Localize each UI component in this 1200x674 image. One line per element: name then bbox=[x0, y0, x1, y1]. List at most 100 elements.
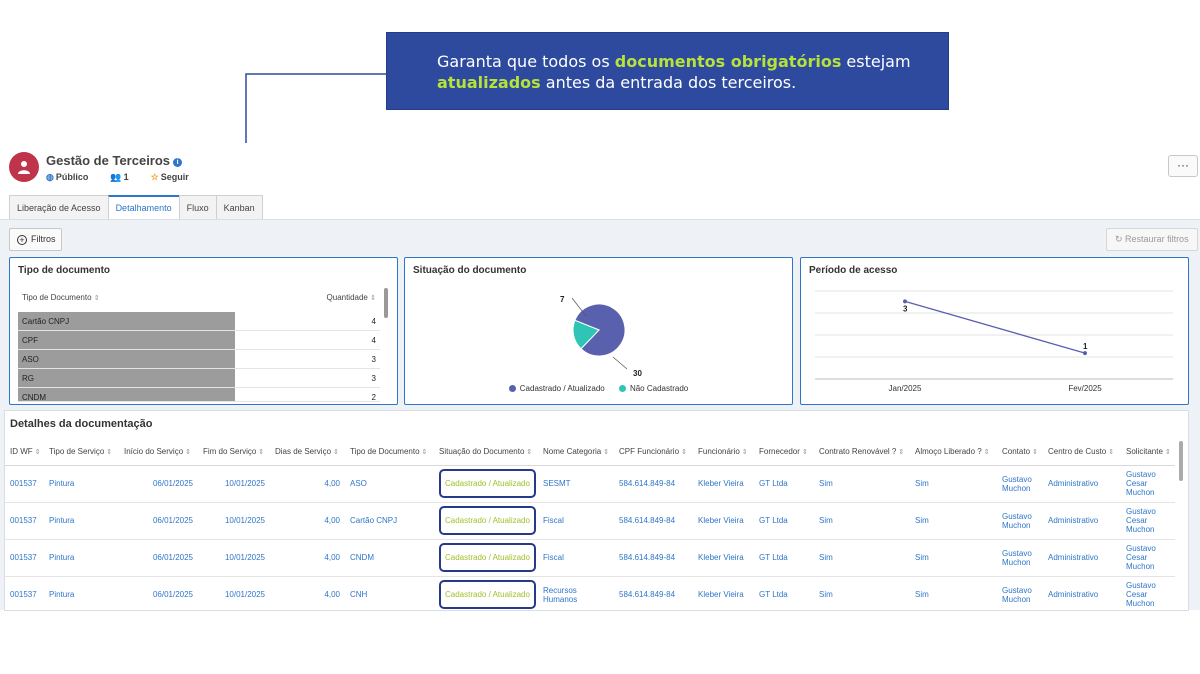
table-row[interactable]: CPF 4 bbox=[18, 331, 380, 350]
table-cell: Kleber Vieira bbox=[693, 502, 754, 540]
column-header[interactable]: Solicitante ⇕ bbox=[1121, 438, 1175, 466]
column-header[interactable]: ID WF ⇕ bbox=[5, 438, 44, 466]
sort-icon: ⇕ bbox=[1162, 448, 1171, 456]
table-cell: Cadastrado / Atualizado bbox=[434, 465, 538, 503]
follow-button[interactable]: ☆ Seguir bbox=[151, 172, 189, 183]
legend-item-nao-cadastrado[interactable]: Não Cadastrado bbox=[618, 384, 688, 393]
tab-liberacao[interactable]: Liberação de Acesso bbox=[9, 195, 109, 219]
sort-icon: ⇕ bbox=[739, 448, 748, 456]
table-row[interactable]: 001537 Pintura 06/01/2025 10/01/2025 4,00 CND… bbox=[5, 539, 1175, 577]
col-label: Quantidade bbox=[326, 293, 368, 302]
cell-text: Recursos Humanos bbox=[543, 585, 578, 604]
status-highlight-box: Cadastrado / Atualizado bbox=[439, 580, 536, 609]
table-cell: Sim bbox=[910, 539, 997, 577]
column-header[interactable]: Fornecedor ⇕ bbox=[754, 438, 814, 466]
column-header[interactable]: Funcionário ⇕ bbox=[693, 438, 754, 466]
table-cell: Pintura bbox=[44, 539, 119, 577]
visibility-badge[interactable]: ◍ Público bbox=[46, 172, 88, 183]
column-header[interactable]: Almoço Liberado ? ⇕ bbox=[910, 438, 997, 466]
column-header[interactable]: Tipo de Documento ⇕ bbox=[345, 438, 434, 466]
column-header[interactable]: Fim do Serviço ⇕ bbox=[198, 438, 270, 466]
column-header[interactable]: Centro de Custo ⇕ bbox=[1043, 438, 1121, 466]
pie-chart: 30 7 bbox=[560, 295, 642, 378]
user-icon bbox=[18, 161, 30, 174]
cell-text: 06/01/2025 bbox=[152, 516, 193, 525]
column-header[interactable]: Contrato Renovável ? ⇕ bbox=[814, 438, 910, 466]
table-row[interactable]: 001537 Pintura 06/01/2025 10/01/2025 4,00 Car… bbox=[5, 502, 1175, 540]
table-cell: Fiscal bbox=[538, 502, 614, 540]
doc-type-rows: Cartão CNPJ 4 CPF 4 ASO 3 RG 3 CNDM 2 bbox=[18, 312, 380, 402]
cell-text: Sim bbox=[819, 516, 833, 525]
cell-text: Administrativo bbox=[1048, 590, 1099, 599]
column-header[interactable]: CPF Funcionário ⇕ bbox=[614, 438, 693, 466]
table-cell: 001537 bbox=[5, 539, 44, 577]
table-row[interactable]: 001537 Pintura 06/01/2025 10/01/2025 4,00 ASO… bbox=[5, 465, 1175, 503]
table-cell: 4,00 bbox=[270, 502, 345, 540]
table-cell: GT Ltda bbox=[754, 576, 814, 610]
restore-filters-button[interactable]: ↻ Restaurar filtros bbox=[1106, 228, 1198, 251]
table-row[interactable]: Cartão CNPJ 4 bbox=[18, 312, 380, 331]
table-row[interactable]: RG 3 bbox=[18, 369, 380, 388]
table-header-row: ID WF ⇕ Tipo de Serviço ⇕ Início do Serviç… bbox=[5, 438, 1175, 466]
cell-text: 06/01/2025 bbox=[152, 553, 193, 562]
table-cell: Gustavo Muchon bbox=[997, 539, 1043, 577]
table-cell: 4,00 bbox=[270, 539, 345, 577]
info-icon[interactable]: i bbox=[173, 158, 183, 167]
column-header[interactable]: Contato ⇕ bbox=[997, 438, 1043, 466]
more-options-button[interactable]: ··· bbox=[1168, 155, 1198, 177]
pie-label-cadastrado: 30 bbox=[633, 369, 642, 378]
line-point[interactable] bbox=[903, 299, 907, 304]
tab-fluxo[interactable]: Fluxo bbox=[178, 195, 217, 219]
members-badge[interactable]: 👥 1 bbox=[110, 172, 128, 183]
table-cell: Cadastrado / Atualizado bbox=[434, 502, 538, 540]
column-header-label: Fim do Serviço bbox=[203, 446, 257, 456]
table-cell: 584.614.849-84 bbox=[614, 539, 693, 577]
table-cell: GT Ltda bbox=[754, 539, 814, 577]
refresh-icon: ↻ bbox=[1115, 234, 1126, 244]
doc-type-col-header[interactable]: Tipo de Documento ⇕ bbox=[22, 293, 100, 302]
column-header[interactable]: Tipo de Serviço ⇕ bbox=[44, 438, 119, 466]
table-cell: 10/01/2025 bbox=[198, 539, 270, 577]
globe-icon: ◍ bbox=[46, 172, 54, 182]
table-cell: CNH bbox=[345, 576, 434, 610]
table-row[interactable]: CNDM 2 bbox=[18, 388, 380, 402]
line-point[interactable] bbox=[1083, 351, 1087, 356]
legend-item-cadastrado[interactable]: Cadastrado / Atualizado bbox=[508, 384, 605, 393]
row-label: RG bbox=[22, 374, 34, 383]
scrollbar[interactable] bbox=[384, 288, 388, 318]
restore-label: Restaurar filtros bbox=[1125, 234, 1189, 244]
table-row[interactable]: 001537 Pintura 06/01/2025 10/01/2025 4,00 CNH… bbox=[5, 576, 1175, 610]
column-header[interactable]: Início do Serviço ⇕ bbox=[119, 438, 198, 466]
sort-icon: ⇕ bbox=[331, 448, 339, 456]
table-cell: Kleber Vieira bbox=[693, 465, 754, 503]
row-bar bbox=[18, 331, 235, 349]
column-header-label: Centro de Custo bbox=[1048, 446, 1107, 456]
column-header-label: Início do Serviço bbox=[124, 446, 184, 456]
details-panel: Detalhes da documentação ID WF ⇕ Tipo de … bbox=[4, 410, 1189, 611]
table-cell: CNDM bbox=[345, 539, 434, 577]
table-cell: 10/01/2025 bbox=[198, 465, 270, 503]
scrollbar[interactable] bbox=[1179, 441, 1183, 481]
table-cell: Gustavo Muchon bbox=[997, 502, 1043, 540]
doc-type-title: Tipo de documento bbox=[18, 265, 111, 276]
cell-text: 10/01/2025 bbox=[224, 516, 265, 525]
column-header[interactable]: Nome Categoria ⇕ bbox=[538, 438, 614, 466]
callout-text: antes da entrada dos terceiros. bbox=[540, 73, 797, 92]
table-cell: 001537 bbox=[5, 502, 44, 540]
table-cell: Gustavo Muchon bbox=[997, 465, 1043, 503]
cell-text: Fiscal bbox=[543, 553, 564, 562]
cell-text: Kleber Vieira bbox=[698, 553, 744, 562]
row-bar bbox=[18, 369, 235, 387]
table-cell: Pintura bbox=[44, 576, 119, 610]
tab-detalhamento[interactable]: Detalhamento bbox=[107, 195, 180, 219]
column-header[interactable]: Dias de Serviço ⇕ bbox=[270, 438, 345, 466]
sort-icon: ⇕ bbox=[679, 448, 687, 456]
tab-kanban[interactable]: Kanban bbox=[215, 195, 263, 219]
table-row[interactable]: ASO 3 bbox=[18, 350, 380, 369]
cell-text: Sim bbox=[915, 590, 929, 599]
column-header[interactable]: Situação do Documento ⇕ bbox=[434, 438, 538, 466]
page-title-text: Gestão de Terceiros bbox=[46, 153, 171, 168]
table-cell: Kleber Vieira bbox=[693, 539, 754, 577]
quantity-col-header[interactable]: Quantidade ⇕ bbox=[327, 293, 376, 302]
filters-button[interactable]: + Filtros bbox=[9, 228, 62, 251]
